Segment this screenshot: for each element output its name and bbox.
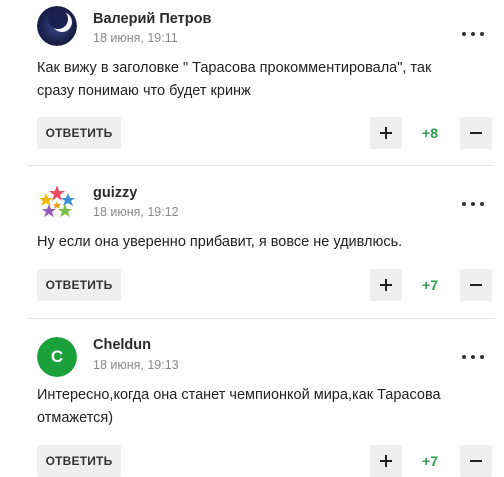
colorful-stars-icon	[37, 182, 77, 222]
comment: Валерий Петров 18 июня, 19:11 Как вижу в…	[0, 0, 504, 166]
comment-text-line: Ну если она уверенно прибавит, я вовсе н…	[37, 234, 403, 250]
plus-icon	[380, 127, 392, 139]
comment-text-line: сразу понимаю что будет кринж	[37, 82, 251, 99]
plus-icon	[380, 279, 392, 291]
comment-date: 18 июня, 19:12	[93, 205, 179, 219]
downvote-button[interactable]	[460, 269, 492, 301]
comment-author[interactable]: Cheldun	[93, 337, 151, 353]
comment-date: 18 июня, 19:11	[93, 31, 178, 45]
minus-icon	[470, 132, 482, 134]
upvote-button[interactable]	[370, 117, 402, 149]
upvote-button[interactable]	[370, 269, 402, 301]
upvote-button[interactable]	[370, 445, 402, 477]
comment-text: Ну если она уверенно прибавит, я вовсе н…	[37, 231, 477, 254]
avatar[interactable]: C	[37, 337, 77, 377]
comment-text-line: отмажется)	[37, 409, 114, 426]
more-options-icon[interactable]	[462, 348, 484, 366]
reply-button[interactable]: ОТВЕТИТЬ	[37, 269, 121, 301]
comment-date: 18 июня, 19:13	[93, 358, 179, 372]
downvote-button[interactable]	[460, 117, 492, 149]
comment-text-line: Как вижу в заголовке " Тарасова прокомме…	[37, 60, 432, 76]
comment-score: +7	[422, 453, 438, 469]
minus-icon	[470, 284, 482, 286]
reply-button[interactable]: ОТВЕТИТЬ	[37, 117, 121, 149]
more-options-icon[interactable]	[462, 25, 484, 43]
comment-text: Как вижу в заголовке " Тарасова прокомме…	[37, 57, 477, 102]
more-options-icon[interactable]	[462, 195, 484, 213]
avatar[interactable]	[37, 182, 77, 222]
comment-score: +8	[422, 125, 438, 141]
moon-photo-icon	[37, 6, 77, 46]
reply-button[interactable]: ОТВЕТИТЬ	[37, 445, 121, 477]
comment: C Cheldun 18 июня, 19:13 Интересно,когда…	[0, 318, 504, 477]
plus-icon	[380, 455, 392, 467]
comment-text-line: Интересно,когда она станет чемпионкой ми…	[37, 387, 441, 403]
downvote-button[interactable]	[460, 445, 492, 477]
comment-author[interactable]: Валерий Петров	[93, 11, 211, 27]
comment: guizzy 18 июня, 19:12 Ну если она уверен…	[0, 164, 504, 319]
minus-icon	[470, 460, 482, 462]
comment-score: +7	[422, 277, 438, 293]
avatar[interactable]	[37, 6, 77, 46]
comment-text: Интересно,когда она станет чемпионкой ми…	[37, 384, 477, 429]
avatar-letter: C	[37, 337, 77, 377]
comment-author[interactable]: guizzy	[93, 185, 137, 201]
